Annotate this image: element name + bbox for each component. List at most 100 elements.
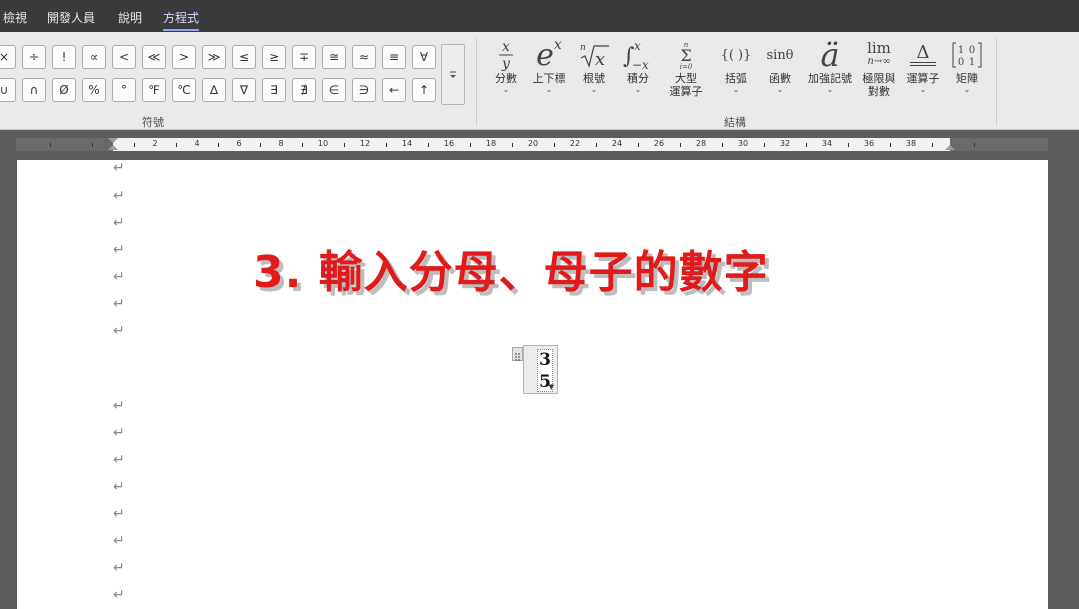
symbol-proportional[interactable]: ∝ (82, 45, 106, 69)
symbol-much-less[interactable]: ≪ (142, 45, 166, 69)
symbol-approx[interactable]: ≈ (352, 45, 376, 69)
function-icon: sinθ (766, 47, 794, 63)
first-line-indent-marker[interactable] (108, 138, 118, 143)
script-button[interactable]: ex 上下標 ⌄ (528, 37, 570, 108)
paragraph-mark: ↵ (113, 215, 125, 231)
symbol-celsius[interactable]: ℃ (172, 78, 196, 102)
svg-text:0: 0 (969, 45, 975, 56)
bracket-label: 括弧 (725, 72, 747, 85)
ruler-number: 4 (194, 139, 200, 148)
bracket-button[interactable]: {( )} 括弧 ⌄ (717, 38, 755, 108)
symbol-for-all[interactable]: ∀ (412, 45, 436, 69)
svg-text:n: n (580, 43, 586, 53)
symbol-degree[interactable]: ° (112, 78, 136, 102)
ruler-tick (638, 143, 639, 147)
ruler-tick (134, 143, 135, 147)
hanging-indent-marker[interactable] (108, 145, 118, 150)
symbol-element-of[interactable]: ∈ (322, 78, 346, 102)
ruler-number: 28 (695, 139, 707, 148)
symbol-much-greater[interactable]: ≫ (202, 45, 226, 69)
chevron-down-icon: ⌄ (826, 85, 834, 94)
integral-button[interactable]: ∫ x −x 積分 ⌄ (620, 38, 656, 108)
equation-object[interactable]: 3 5 ▼ (512, 345, 558, 394)
large-operator-label: 大型 運算子 (669, 72, 703, 98)
ruler-number: 38 (905, 139, 917, 148)
script-base: e (536, 37, 554, 73)
svg-text:0: 0 (958, 57, 964, 68)
paragraph-mark: ↵ (113, 533, 125, 549)
integral-label: 積分 (627, 72, 649, 85)
bracket-icon: {( )} (720, 47, 752, 63)
ruler-tick (974, 143, 975, 147)
ruler-number: 2 (152, 139, 158, 148)
horizontal-ruler[interactable]: 2 4 6 8 10 12 14 16 18 20 22 24 26 28 30 32 34 36 38 (0, 130, 1079, 159)
limit-text: lim (867, 39, 891, 57)
symbol-not-exists[interactable]: ∄ (292, 78, 316, 102)
ruler-tick (932, 143, 933, 147)
menu-help[interactable]: 說明 (118, 9, 142, 26)
ruler-number: 24 (611, 139, 623, 148)
ruler-tick (722, 143, 723, 147)
radical-button[interactable]: nx 根號 ⌄ (577, 38, 611, 108)
large-operator-icon: n Σi=0 (676, 38, 696, 72)
limit-log-icon: lim n→∞ (867, 38, 891, 72)
operator-label: 運算子 (906, 72, 940, 85)
paragraph-mark: ↵ (113, 398, 125, 414)
symbol-increment[interactable]: ∆ (202, 78, 226, 102)
menu-view[interactable]: 檢視 (3, 9, 27, 26)
ruler-tick (890, 143, 891, 147)
expand-gallery-button[interactable] (441, 44, 465, 105)
limit-log-button[interactable]: lim n→∞ 極限與 對數 (860, 38, 898, 108)
symbol-empty-set[interactable]: Ø (52, 78, 76, 102)
chevron-down-icon: ⌄ (502, 85, 510, 94)
ruler-tick (176, 143, 177, 147)
ruler-tick (596, 143, 597, 147)
equation-box[interactable]: 3 5 ▼ (523, 345, 558, 394)
menu-equation[interactable]: 方程式 (163, 9, 200, 31)
ruler-tick (218, 143, 219, 147)
symbol-minus-plus[interactable]: ∓ (292, 45, 316, 69)
ruler-number: 18 (485, 139, 497, 148)
symbol-factorial[interactable]: ! (52, 45, 76, 69)
symbol-nabla[interactable]: ∇ (232, 78, 256, 102)
script-icon: ex (536, 37, 562, 73)
menu-developer[interactable]: 開發人員 (47, 9, 95, 26)
symbol-left-arrow[interactable]: ← (382, 78, 406, 102)
ruler-tick (260, 143, 261, 147)
large-operator-button[interactable]: n Σi=0 大型 運算子 (662, 38, 710, 108)
symbol-contains[interactable]: ∋ (352, 78, 376, 102)
fraction-button[interactable]: xy 分數 ⌄ (490, 38, 522, 108)
symbol-identical[interactable]: ≡ (382, 45, 406, 69)
ruler-tick (764, 143, 765, 147)
right-indent-marker[interactable] (945, 145, 955, 150)
symbol-congruent[interactable]: ≅ (322, 45, 346, 69)
document-page[interactable]: ↵ ↵ ↵ ↵ ↵ ↵ ↵ ↵ ↵ ↵ ↵ ↵ ↵ ↵ ↵ 3. 輸入分母、母子… (17, 160, 1048, 609)
ruler-number: 14 (401, 139, 413, 148)
ruler-number: 26 (653, 139, 665, 148)
symbol-union[interactable]: ∪ (0, 78, 16, 102)
symbol-fahrenheit[interactable]: ℉ (142, 78, 166, 102)
symbol-percent[interactable]: % (82, 78, 106, 102)
symbol-up-arrow[interactable]: ↑ (412, 78, 436, 102)
symbol-divide[interactable]: ÷ (22, 45, 46, 69)
symbol-less-than[interactable]: < (112, 45, 136, 69)
operator-button[interactable]: Δ 運算子 ⌄ (903, 38, 943, 108)
paragraph-mark: ↵ (113, 269, 125, 285)
function-button[interactable]: sinθ 函數 ⌄ (760, 38, 800, 108)
svg-text:x: x (502, 39, 510, 55)
accent-button[interactable]: ä 加強記號 ⌄ (804, 36, 856, 108)
symbol-times[interactable]: × (0, 45, 16, 69)
group-divider (996, 38, 997, 126)
symbol-exists[interactable]: ∃ (262, 78, 286, 102)
numerator[interactable]: 3 (539, 350, 551, 370)
matrix-button[interactable]: 1001 矩陣 ⌄ (948, 38, 986, 108)
symbol-greater-than[interactable]: > (172, 45, 196, 69)
symbol-less-equal[interactable]: ≤ (232, 45, 256, 69)
equation-handle[interactable] (512, 347, 523, 361)
symbol-greater-equal[interactable]: ≥ (262, 45, 286, 69)
symbol-intersection[interactable]: ∩ (22, 78, 46, 102)
paragraph-mark: ↵ (113, 506, 125, 522)
script-sup: x (553, 37, 562, 53)
ruler-tick (512, 143, 513, 147)
equation-options-icon[interactable]: ▼ (549, 383, 554, 391)
